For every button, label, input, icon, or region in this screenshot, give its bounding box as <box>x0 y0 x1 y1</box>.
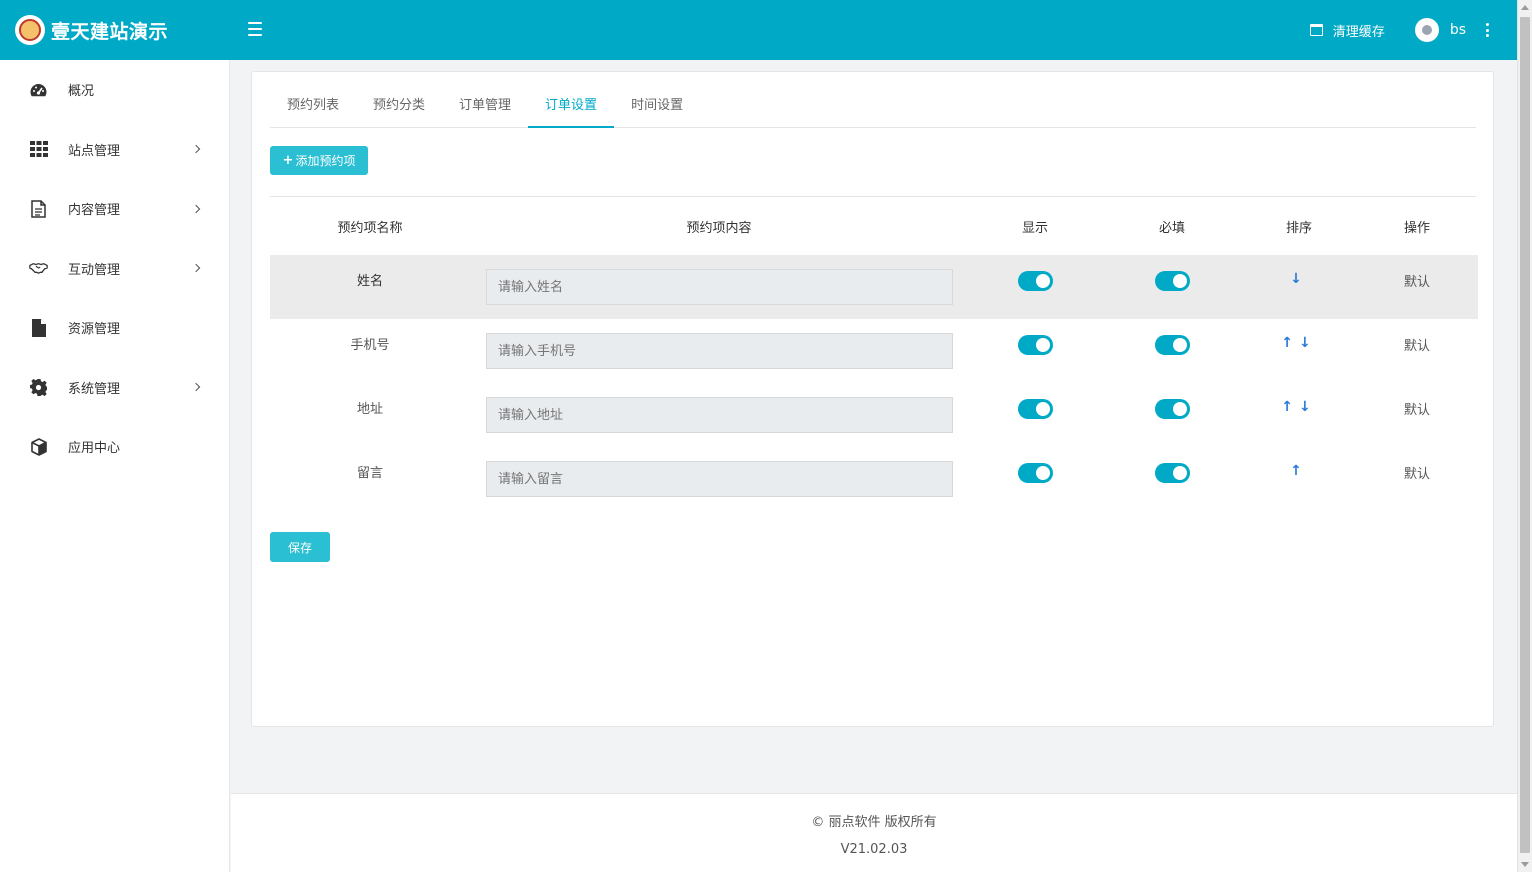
document-icon <box>29 199 48 218</box>
trash-icon <box>1309 24 1323 36</box>
tab-time-settings[interactable]: 时间设置 <box>614 88 700 128</box>
chevron-right-icon <box>191 204 201 213</box>
item-content-input[interactable] <box>486 461 953 497</box>
sort-down-icon[interactable]: ↓ <box>1299 335 1317 351</box>
item-name: 姓名 <box>356 274 383 289</box>
order-settings-card: 预约列表 预约分类 订单管理 订单设置 时间设置 + 添加预约项 预约项名称 预… <box>251 71 1494 727</box>
add-booking-item-button[interactable]: + 添加预约项 <box>270 146 368 175</box>
show-toggle[interactable] <box>1017 399 1053 419</box>
user-menu[interactable]: bs <box>1414 18 1486 42</box>
item-name: 地址 <box>356 402 383 417</box>
sort-up-icon[interactable]: ↑ <box>1281 335 1299 351</box>
show-toggle[interactable] <box>1017 271 1053 291</box>
column-header-name: 预约项名称 <box>337 220 403 236</box>
sidebar-item-label: 内容管理 <box>68 203 121 219</box>
table-row: 手机号 ↑↓ 默认 <box>270 319 1478 383</box>
more-vertical-icon[interactable] <box>1486 23 1489 37</box>
item-content-input[interactable] <box>486 397 953 433</box>
header-actions: 清理缓存 bs <box>1309 0 1489 60</box>
scroll-down-icon[interactable] <box>1521 862 1529 867</box>
table-row: 地址 ↑↓ 默认 <box>270 383 1478 447</box>
sidebar-item-label: 资源管理 <box>68 322 121 338</box>
chevron-right-icon <box>191 145 201 154</box>
column-header-content: 预约项内容 <box>686 220 752 236</box>
sort-up-icon[interactable]: ↑ <box>1290 463 1308 479</box>
sidebar-item-label: 系统管理 <box>68 381 121 397</box>
action-default: 默认 <box>1403 339 1430 354</box>
scrollbar-thumb[interactable] <box>1520 17 1530 853</box>
chevron-right-icon <box>191 264 201 273</box>
sidebar-item-site-management[interactable]: 站点管理 <box>0 120 229 180</box>
sort-up-icon[interactable]: ↑ <box>1281 399 1299 415</box>
required-toggle[interactable] <box>1154 271 1190 291</box>
username: bs <box>1449 22 1466 38</box>
cube-icon <box>29 437 48 456</box>
sidebar-item-app-center[interactable]: 应用中心 <box>0 417 229 477</box>
save-button[interactable]: 保存 <box>270 532 330 562</box>
item-name: 手机号 <box>350 338 390 353</box>
show-toggle[interactable] <box>1017 335 1053 355</box>
table-row: 留言 ↑ 默认 <box>270 447 1478 511</box>
sidebar-item-content-management[interactable]: 内容管理 <box>0 179 229 239</box>
top-header: 壹天建站演示 清理缓存 bs <box>0 0 1517 60</box>
column-header-action: 操作 <box>1403 220 1430 236</box>
handshake-icon <box>29 259 48 278</box>
required-toggle[interactable] <box>1154 335 1190 355</box>
add-booking-item-label: 添加预约项 <box>295 154 356 168</box>
tab-booking-category[interactable]: 预约分类 <box>356 88 442 128</box>
plus-icon: + <box>282 153 294 168</box>
tab-order-management[interactable]: 订单管理 <box>442 88 528 128</box>
action-default: 默认 <box>1403 403 1430 418</box>
column-header-required: 必填 <box>1158 220 1185 236</box>
sidebar-item-overview[interactable]: 概况 <box>0 60 229 120</box>
action-default: 默认 <box>1403 275 1430 290</box>
column-header-show: 显示 <box>1021 220 1048 236</box>
chevron-right-icon <box>191 383 201 392</box>
scroll-up-icon[interactable] <box>1521 5 1529 10</box>
show-toggle[interactable] <box>1017 463 1053 483</box>
booking-items-table: 预约项名称 预约项内容 显示 必填 排序 操作 姓名 ↓ 默认 手机号 ↑↓ 默… <box>270 197 1478 511</box>
sidebar-item-label: 应用中心 <box>68 441 121 457</box>
item-name: 留言 <box>356 466 383 481</box>
avatar <box>1414 18 1439 42</box>
menu-toggle-icon[interactable] <box>248 22 262 36</box>
sidebar: 概况 站点管理 内容管理 互动管理 资源管理 系统管理 应用中心 <box>0 60 230 872</box>
sort-down-icon[interactable]: ↓ <box>1299 399 1317 415</box>
sidebar-item-interaction-management[interactable]: 互动管理 <box>0 239 229 299</box>
version: V21.02.03 <box>840 842 908 857</box>
clear-cache-button[interactable]: 清理缓存 <box>1309 21 1385 40</box>
sidebar-item-resource-management[interactable]: 资源管理 <box>0 298 229 358</box>
item-content-input[interactable] <box>486 333 953 369</box>
clear-cache-label: 清理缓存 <box>1332 24 1385 40</box>
item-content-input[interactable] <box>486 269 953 305</box>
required-toggle[interactable] <box>1154 399 1190 419</box>
logo-icon <box>15 15 45 45</box>
sidebar-item-label: 站点管理 <box>68 143 121 159</box>
tab-bar: 预约列表 预约分类 订单管理 订单设置 时间设置 <box>270 88 1476 128</box>
tab-booking-list[interactable]: 预约列表 <box>270 88 356 128</box>
tab-order-settings[interactable]: 订单设置 <box>528 88 615 128</box>
grid-icon <box>29 140 48 159</box>
page-scrollbar[interactable] <box>1517 0 1532 872</box>
sidebar-item-label: 互动管理 <box>68 262 121 278</box>
column-header-sort: 排序 <box>1285 220 1312 236</box>
action-default: 默认 <box>1403 467 1430 482</box>
file-icon <box>29 318 48 337</box>
sidebar-item-system-management[interactable]: 系统管理 <box>0 358 229 418</box>
footer: © 丽点软件 版权所有 V21.02.03 <box>231 793 1517 872</box>
brand[interactable]: 壹天建站演示 <box>0 0 230 60</box>
gear-icon <box>29 378 48 397</box>
copyright: © 丽点软件 版权所有 <box>811 815 937 830</box>
table-header: 预约项名称 预约项内容 显示 必填 排序 操作 <box>270 197 1478 255</box>
sort-down-icon[interactable]: ↓ <box>1290 271 1308 287</box>
sidebar-item-label: 概况 <box>68 84 95 100</box>
required-toggle[interactable] <box>1154 463 1190 483</box>
dashboard-icon <box>29 80 48 99</box>
table-row: 姓名 ↓ 默认 <box>270 255 1478 319</box>
brand-name: 壹天建站演示 <box>51 20 169 43</box>
